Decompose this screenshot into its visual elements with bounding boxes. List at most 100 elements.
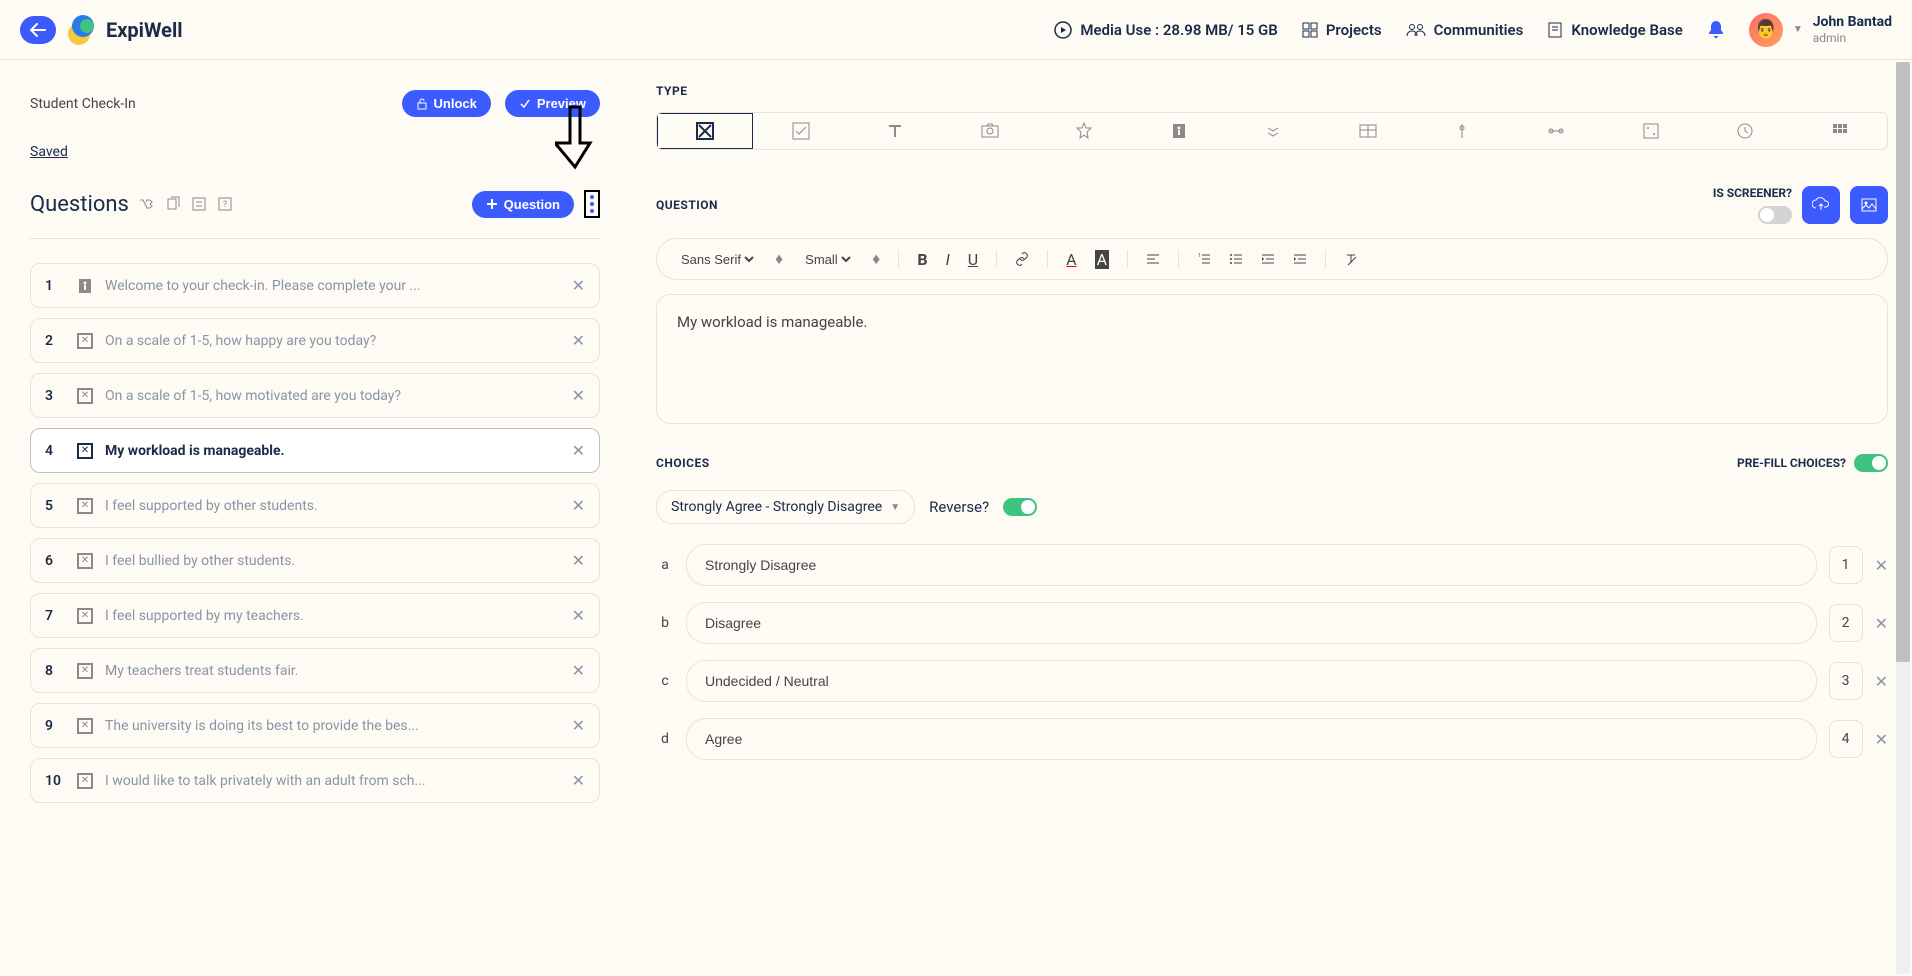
bell-icon[interactable] <box>1707 20 1725 40</box>
outdent-icon[interactable] <box>1261 252 1275 266</box>
reverse-toggle[interactable] <box>1003 498 1037 516</box>
scrollbar-thumb[interactable] <box>1896 62 1910 662</box>
font-size-select[interactable]: Small <box>801 251 854 268</box>
remove-question-icon[interactable]: ✕ <box>572 551 585 570</box>
bullet-list-icon[interactable] <box>1229 252 1243 266</box>
remove-choice-icon[interactable]: ✕ <box>1875 672 1888 691</box>
remove-question-icon[interactable]: ✕ <box>572 771 585 790</box>
more-button[interactable] <box>584 190 600 218</box>
type-text[interactable] <box>848 113 942 149</box>
ordered-list-icon[interactable]: 1 <box>1197 252 1211 266</box>
question-item[interactable]: 4 ✕ My workload is manageable. ✕ <box>30 428 600 473</box>
choice-value[interactable]: 3 <box>1829 662 1863 700</box>
remove-question-icon[interactable]: ✕ <box>572 496 585 515</box>
type-time[interactable] <box>1698 113 1792 149</box>
question-text: On a scale of 1-5, how motivated are you… <box>105 388 560 404</box>
type-camera[interactable] <box>942 113 1036 149</box>
preview-label: Preview <box>537 96 586 111</box>
saved-link[interactable]: Saved <box>30 144 68 160</box>
underline-icon[interactable]: U <box>968 250 978 269</box>
preview-icon <box>519 98 531 110</box>
reverse-label: Reverse? <box>929 498 989 516</box>
question-item[interactable]: 10 ✕ I would like to talk privately with… <box>30 758 600 803</box>
question-list: 1 Welcome to your check-in. Please compl… <box>30 263 600 803</box>
nav-knowledge-base[interactable]: Knowledge Base <box>1547 21 1682 39</box>
question-item[interactable]: 1 Welcome to your check-in. Please compl… <box>30 263 600 308</box>
type-range[interactable] <box>1509 113 1603 149</box>
remove-question-icon[interactable]: ✕ <box>572 441 585 460</box>
highlight-icon[interactable]: A <box>1095 250 1109 269</box>
preview-button[interactable]: Preview <box>505 90 600 117</box>
question-number: 2 <box>45 333 65 349</box>
add-question-button[interactable]: Question <box>472 191 574 218</box>
question-item[interactable]: 8 ✕ My teachers treat students fair. ✕ <box>30 648 600 693</box>
question-number: 10 <box>45 773 65 789</box>
copy-icon[interactable] <box>165 196 181 212</box>
choice-value[interactable]: 2 <box>1829 604 1863 642</box>
link-icon[interactable] <box>1015 252 1029 266</box>
svg-text:?: ? <box>223 200 227 210</box>
question-editor[interactable]: My workload is manageable. <box>656 294 1888 424</box>
image-button[interactable] <box>1850 186 1888 224</box>
remove-choice-icon[interactable]: ✕ <box>1875 730 1888 749</box>
user-name: John Bantad <box>1813 14 1892 30</box>
indent-icon[interactable] <box>1293 252 1307 266</box>
scrollbar[interactable] <box>1896 62 1910 974</box>
remove-question-icon[interactable]: ✕ <box>572 661 585 680</box>
choice-input[interactable] <box>686 602 1817 644</box>
user-menu[interactable]: 👨 ▼ John Bantad admin <box>1749 13 1892 47</box>
upload-button[interactable] <box>1802 186 1840 224</box>
back-button[interactable] <box>20 16 56 44</box>
type-info[interactable] <box>1131 113 1225 149</box>
font-family-select[interactable]: Sans Serif <box>677 251 757 268</box>
question-text: I feel supported by other students. <box>105 498 560 514</box>
choice-input[interactable] <box>686 718 1817 760</box>
shuffle-icon[interactable] <box>139 196 155 212</box>
question-item[interactable]: 7 ✕ I feel supported by my teachers. ✕ <box>30 593 600 638</box>
nav-projects[interactable]: Projects <box>1302 21 1382 39</box>
help-icon[interactable]: ? <box>217 196 233 212</box>
unlock-button[interactable]: Unlock <box>402 90 491 117</box>
align-icon[interactable] <box>1146 252 1160 266</box>
remove-question-icon[interactable]: ✕ <box>572 716 585 735</box>
question-item[interactable]: 6 ✕ I feel bullied by other students. ✕ <box>30 538 600 583</box>
remove-question-icon[interactable]: ✕ <box>572 276 585 295</box>
choice-input[interactable] <box>686 544 1817 586</box>
type-slider[interactable] <box>1415 113 1509 149</box>
remove-choice-icon[interactable]: ✕ <box>1875 556 1888 575</box>
type-matrix[interactable] <box>1604 113 1698 149</box>
remove-question-icon[interactable]: ✕ <box>572 606 585 625</box>
choice-value[interactable]: 4 <box>1829 720 1863 758</box>
nav-communities[interactable]: Communities <box>1406 21 1524 39</box>
type-star[interactable] <box>1037 113 1131 149</box>
logo[interactable]: ExpiWell <box>68 15 183 45</box>
question-text: I would like to talk privately with an a… <box>105 773 560 789</box>
italic-icon[interactable]: I <box>946 250 950 269</box>
text-color-icon[interactable]: A <box>1066 250 1076 269</box>
prefill-toggle[interactable] <box>1854 454 1888 472</box>
question-item[interactable]: 2 ✕ On a scale of 1-5, how happy are you… <box>30 318 600 363</box>
choice-value[interactable]: 1 <box>1829 546 1863 584</box>
question-number: 8 <box>45 663 65 679</box>
type-checkbox[interactable] <box>753 113 847 149</box>
screener-toggle[interactable] <box>1758 206 1792 224</box>
type-table[interactable] <box>1320 113 1414 149</box>
bold-icon[interactable]: B <box>917 250 927 269</box>
question-number: 6 <box>45 553 65 569</box>
question-section-header: QUESTION IS SCREENER? <box>656 186 1888 224</box>
choice-input[interactable] <box>686 660 1817 702</box>
question-item[interactable]: 5 ✕ I feel supported by other students. … <box>30 483 600 528</box>
remove-question-icon[interactable]: ✕ <box>572 386 585 405</box>
remove-question-icon[interactable]: ✕ <box>572 331 585 350</box>
list-icon[interactable] <box>191 196 207 212</box>
remove-choice-icon[interactable]: ✕ <box>1875 614 1888 633</box>
clear-format-icon[interactable] <box>1344 252 1358 266</box>
question-item[interactable]: 3 ✕ On a scale of 1-5, how motivated are… <box>30 373 600 418</box>
type-dropdown[interactable] <box>1226 113 1320 149</box>
choice-type-select[interactable]: Strongly Agree - Strongly Disagree ▼ <box>656 490 915 524</box>
radio-icon: ✕ <box>77 388 93 404</box>
question-item[interactable]: 9 ✕ The university is doing its best to … <box>30 703 600 748</box>
question-number: 7 <box>45 608 65 624</box>
type-radio[interactable] <box>657 113 753 149</box>
type-grid[interactable] <box>1793 113 1887 149</box>
